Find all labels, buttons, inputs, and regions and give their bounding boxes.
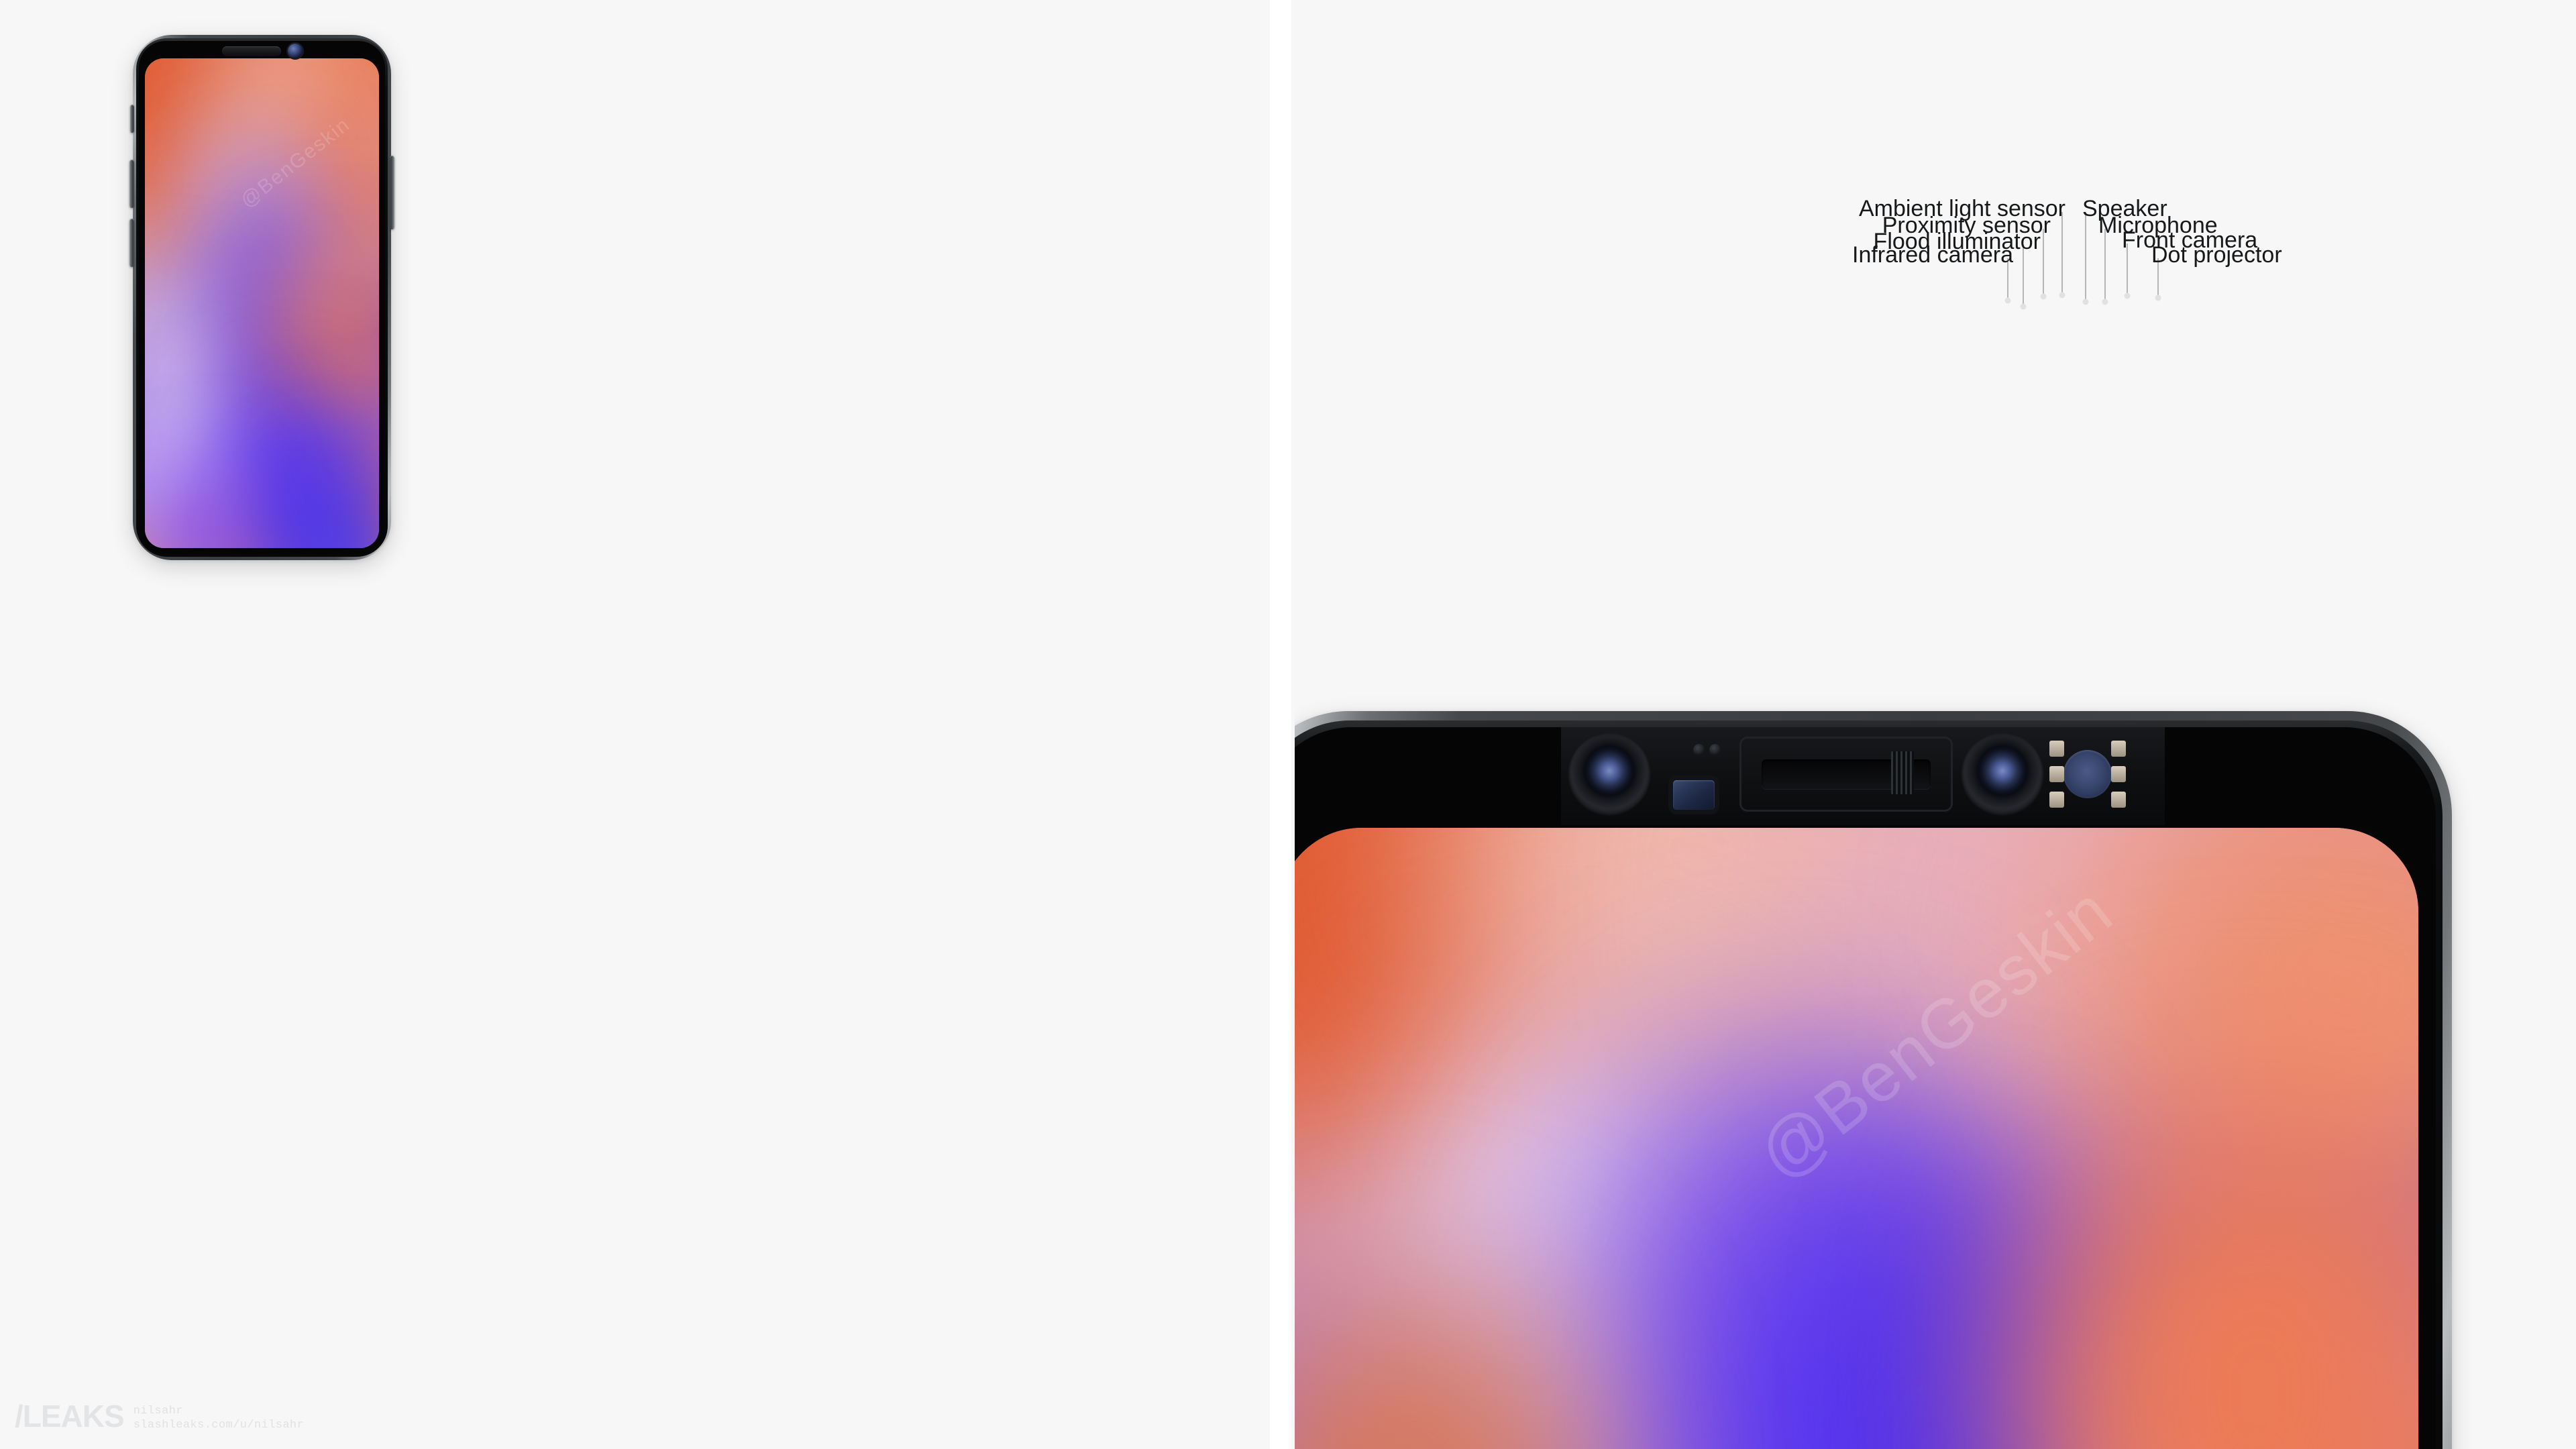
front-camera-sensor xyxy=(1961,733,2044,816)
ambient-light-sensor-dot xyxy=(1709,744,1721,755)
leader-tip-dot xyxy=(2004,297,2011,304)
screenshot-stage: @BenGeskin xyxy=(0,0,2576,1449)
front-camera-icon xyxy=(287,44,303,58)
speaker-sensor xyxy=(1739,737,1953,812)
mute-switch[interactable] xyxy=(130,105,134,133)
leader-tip-dot xyxy=(2124,292,2131,299)
sensor-array xyxy=(1561,727,2165,825)
phone-closeup-view: @BenGeskin xyxy=(1295,711,2452,1449)
leader-tip-dot xyxy=(2059,292,2065,299)
leader-tip-dot xyxy=(2155,294,2161,301)
dot-projector-pads-right xyxy=(2111,741,2126,808)
microphone-sensor xyxy=(1891,751,1914,794)
proximity-sensor-dot xyxy=(1693,744,1705,755)
leaks-username: nilsahr xyxy=(133,1405,183,1417)
left-panel: @BenGeskin xyxy=(0,0,1275,1449)
source-watermark: /LEAKS nilsahr slashleaks.com/u/nilsahr xyxy=(15,1398,304,1434)
leader-tip-dot xyxy=(2020,303,2027,310)
phone-bezel: @BenGeskin xyxy=(139,41,385,554)
flood-illuminator-sensor xyxy=(1656,735,1731,814)
phone-full-view: @BenGeskin xyxy=(129,35,394,560)
callout-label-front-camera: Front camera xyxy=(2122,227,2258,253)
power-button[interactable] xyxy=(390,156,394,229)
dot-projector-lens xyxy=(2063,750,2112,798)
leader-tip-dot xyxy=(2040,293,2047,300)
flood-illuminator-emitter xyxy=(1673,780,1715,810)
speaker-slot-icon xyxy=(221,46,281,56)
leader-tip-dot xyxy=(2082,299,2089,305)
callout-label-proximity-sensor: Proximity sensor xyxy=(1882,213,2051,238)
leaks-url: slashleaks.com/u/nilsahr xyxy=(133,1419,305,1432)
callout-label-flood-illuminator: Flood illuminator xyxy=(1873,229,2041,254)
wallpaper: @BenGeskin xyxy=(145,58,379,548)
wallpaper-closeup: @BenGeskin xyxy=(1295,828,2418,1449)
dot-projector-sensor xyxy=(2048,737,2127,812)
phone-screen: @BenGeskin xyxy=(145,58,379,548)
infrared-camera-sensor xyxy=(1568,733,1651,816)
callout-label-speaker: Speaker xyxy=(2082,196,2167,221)
volume-up-button[interactable] xyxy=(129,160,134,208)
callout-label-microphone: Microphone xyxy=(2098,213,2218,238)
top-sensor-strip xyxy=(139,44,385,58)
leader-tip-dot xyxy=(2102,299,2108,305)
phone-closeup-screen: @BenGeskin xyxy=(1295,828,2418,1449)
dot-projector-pads-left xyxy=(2049,741,2064,808)
callout-label-infrared-camera: Infrared camera xyxy=(1852,242,2013,268)
callout-label-dot-projector: Dot projector xyxy=(2151,242,2282,268)
panel-divider xyxy=(1270,0,1291,1449)
callout-label-ambient-light-sensor: Ambient light sensor xyxy=(1858,196,2065,221)
phone-closeup-bezel: @BenGeskin xyxy=(1295,727,2436,1449)
right-panel: @BenGeskin xyxy=(1295,0,2576,1449)
volume-down-button[interactable] xyxy=(129,219,134,267)
leaks-logo: /LEAKS xyxy=(15,1399,125,1434)
